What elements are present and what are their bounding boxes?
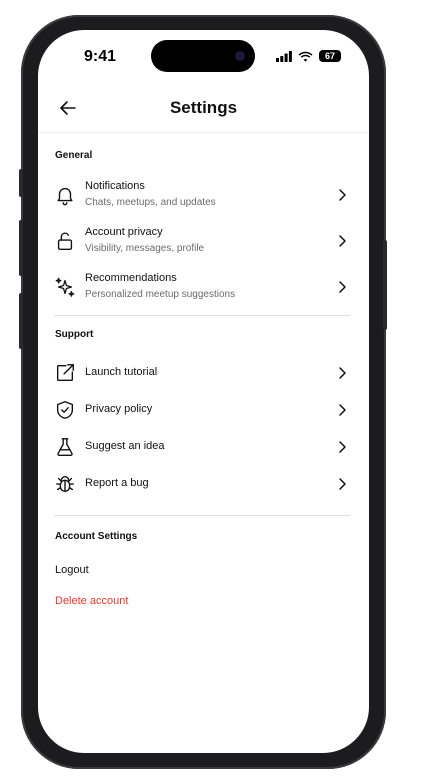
page-title: Settings [169,98,238,117]
delete-account-button[interactable]: Delete account [55,595,128,607]
settings-item-recommendations[interactable]: Recommendations Personalized meetup sugg… [38,269,369,305]
chevron-right-icon [339,478,346,490]
settings-item-label: Recommendations [85,272,177,284]
settings-item-notifications[interactable]: Notifications Chats, meetups, and update… [38,177,369,213]
section-label-account-settings: Account Settings [55,531,138,542]
status-bar: 9:41 67 [38,30,369,86]
settings-item-privacy-policy[interactable]: Privacy policy [38,392,369,428]
divider [54,515,350,516]
settings-item-label: Launch tutorial [85,366,158,378]
chevron-right-icon [339,281,346,293]
chevron-right-icon [339,367,346,379]
settings-item-label: Report a bug [85,477,149,489]
status-time: 9:41 [84,48,117,65]
settings-item-suggest-idea[interactable]: Suggest an idea [38,429,369,465]
settings-item-subtitle: Chats, meetups, and updates [85,197,216,208]
screen: 9:41 67 Settings General Notifications C… [38,30,369,753]
settings-item-label: Account privacy [85,226,163,238]
settings-item-subtitle: Personalized meetup suggestions [85,289,236,300]
chevron-right-icon [339,189,346,201]
bug-icon [56,475,74,493]
header: Settings [38,86,369,133]
section-label-general: General [55,150,93,161]
status-icons: 67 [276,50,341,62]
external-link-icon [56,364,74,382]
flask-icon [57,438,73,456]
chevron-right-icon [339,235,346,247]
chevron-right-icon [339,404,346,416]
lock-icon [57,232,73,250]
wifi-icon [298,51,313,62]
settings-item-label: Suggest an idea [85,440,165,452]
battery-indicator: 67 [319,50,341,62]
settings-item-label: Privacy policy [85,403,153,415]
dynamic-island [151,40,255,72]
settings-item-label: Notifications [85,180,145,192]
settings-item-subtitle: Visibility, messages, profile [85,243,205,254]
bell-icon [57,187,73,206]
sparkles-icon [55,277,75,297]
cellular-signal-icon [276,50,292,62]
shield-check-icon [56,401,74,419]
section-label-support: Support [55,329,94,340]
settings-item-account-privacy[interactable]: Account privacy Visibility, messages, pr… [38,223,369,259]
settings-item-launch-tutorial[interactable]: Launch tutorial [38,355,369,391]
logout-button[interactable]: Logout [55,564,89,576]
settings-item-report-bug[interactable]: Report a bug [38,466,369,502]
mute-switch [19,169,23,197]
volume-down-button [19,293,23,349]
chevron-right-icon [339,441,346,453]
volume-up-button [19,220,23,276]
divider [54,315,350,316]
camera-icon [235,51,245,61]
power-button [383,240,387,330]
